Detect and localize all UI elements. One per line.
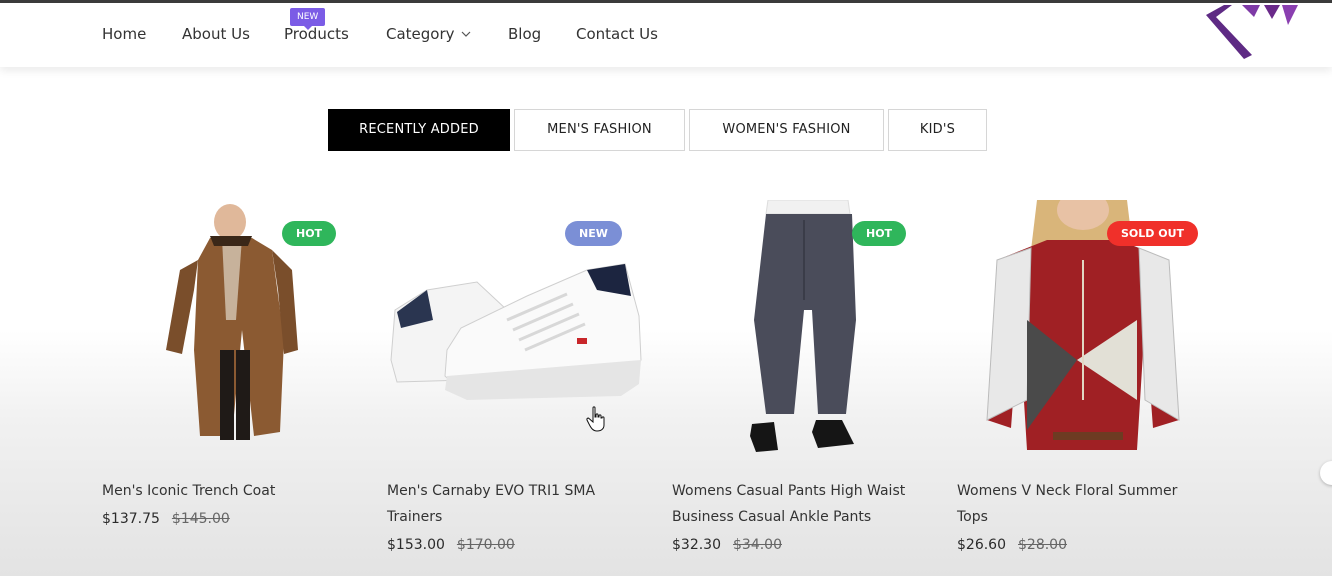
product-price: $26.60	[957, 537, 1006, 553]
sold-out-badge: SOLD OUT	[1107, 221, 1199, 246]
tab-mens-fashion[interactable]: MEN'S FASHION	[514, 109, 685, 151]
nav-category-label: Category	[386, 25, 455, 43]
nav-category[interactable]: Category	[386, 25, 471, 43]
product-old-price: $170.00	[456, 537, 515, 553]
product-title[interactable]: Men's Carnaby EVO TRI1 SMA Trainers	[387, 478, 637, 530]
product-title[interactable]: Men's Iconic Trench Coat	[102, 478, 352, 504]
nav-contact-us[interactable]: Contact Us	[576, 25, 658, 43]
new-badge: NEW	[565, 221, 622, 246]
product-old-price: $28.00	[1018, 537, 1067, 553]
site-header: Home About Us Products Category Blog Con…	[0, 3, 1332, 67]
nav-products[interactable]: Products	[284, 25, 349, 43]
product-title[interactable]: Womens V Neck Floral Summer Tops	[957, 478, 1207, 530]
product-prices: $137.75 $145.00	[102, 511, 230, 527]
product-price: $153.00	[387, 537, 445, 553]
nav-blog[interactable]: Blog	[508, 25, 541, 43]
product-prices: $32.30 $34.00	[672, 537, 782, 553]
brand-logo	[1206, 5, 1298, 59]
carousel-next-button[interactable]	[1320, 461, 1332, 485]
tab-kids[interactable]: KID'S	[888, 109, 987, 151]
product-price: $32.30	[672, 537, 721, 553]
product-prices: $26.60 $28.00	[957, 537, 1067, 553]
tab-womens-fashion[interactable]: WOMEN'S FASHION	[689, 109, 884, 151]
nav-about-us[interactable]: About Us	[182, 25, 250, 43]
nav-home[interactable]: Home	[102, 25, 146, 43]
product-prices: $153.00 $170.00	[387, 537, 515, 553]
product-price: $137.75	[102, 511, 160, 527]
product-old-price: $34.00	[733, 537, 782, 553]
products-new-badge: NEW	[290, 8, 326, 30]
hand-cursor-icon	[586, 406, 605, 432]
hot-badge: HOT	[282, 221, 337, 246]
tab-recently-added[interactable]: RECENTLY ADDED	[328, 109, 510, 151]
chevron-down-icon	[461, 31, 470, 37]
product-title[interactable]: Womens Casual Pants High Waist Business …	[672, 478, 922, 530]
product-old-price: $145.00	[171, 511, 230, 527]
hot-badge: HOT	[852, 221, 907, 246]
